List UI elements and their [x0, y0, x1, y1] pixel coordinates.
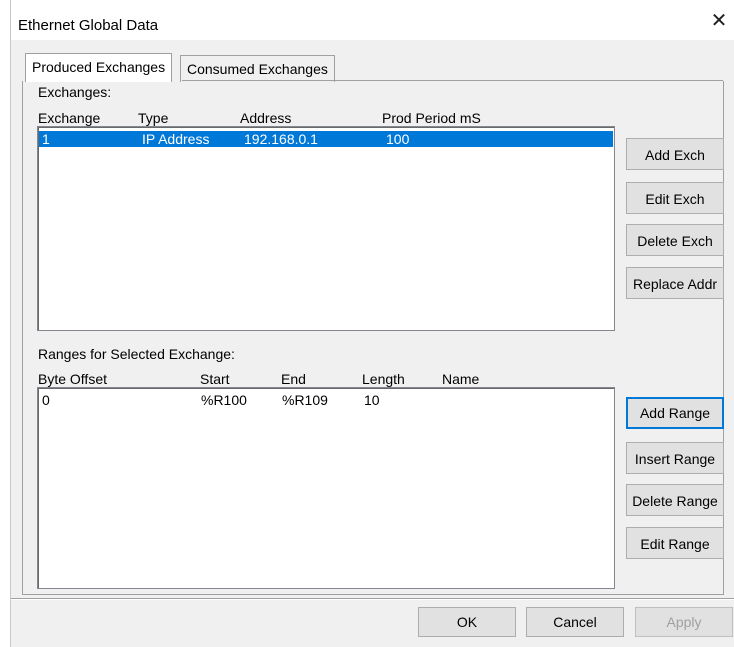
footer-separator-highlight: [11, 599, 734, 600]
cell-address: 192.168.0.1: [244, 131, 318, 147]
apply-button[interactable]: Apply: [635, 607, 733, 637]
insert-range-button[interactable]: Insert Range: [626, 442, 724, 474]
cell-byte-offset: 0: [42, 392, 50, 408]
replace-addr-button[interactable]: Replace Addr: [626, 267, 724, 299]
column-header-exchange[interactable]: Exchange: [38, 110, 100, 126]
column-header-byte-offset[interactable]: Byte Offset: [38, 371, 107, 387]
cell-period: 100: [386, 131, 410, 147]
ranges-list[interactable]: 0 %R100 %R109 10: [37, 387, 615, 589]
add-range-button[interactable]: Add Range: [626, 397, 724, 429]
edit-range-button[interactable]: Edit Range: [626, 527, 724, 559]
column-header-name[interactable]: Name: [442, 371, 479, 387]
list-item-exchange[interactable]: 1 IP Address 192.168.0.1 100: [39, 131, 613, 147]
cancel-button[interactable]: Cancel: [526, 607, 624, 637]
cell-end: %R109: [282, 392, 328, 408]
column-header-prod-period[interactable]: Prod Period mS: [382, 110, 481, 126]
list-item-range[interactable]: 0 %R100 %R109 10: [39, 392, 613, 408]
delete-range-button[interactable]: Delete Range: [626, 484, 724, 516]
cell-length: 10: [364, 392, 380, 408]
window-title: Ethernet Global Data: [18, 17, 159, 34]
cell-type: IP Address: [142, 131, 210, 147]
exchanges-label: Exchanges:: [38, 84, 112, 100]
tab-consumed-exchanges[interactable]: Consumed Exchanges: [180, 55, 335, 82]
cell-start: %R100: [201, 392, 247, 408]
column-header-start[interactable]: Start: [200, 371, 230, 387]
close-icon[interactable]: ✕: [708, 10, 730, 32]
column-header-address[interactable]: Address: [240, 110, 291, 126]
exchanges-list[interactable]: 1 IP Address 192.168.0.1 100: [37, 126, 615, 331]
column-header-length[interactable]: Length: [362, 371, 405, 387]
column-header-type[interactable]: Type: [138, 110, 168, 126]
tab-produced-exchanges[interactable]: Produced Exchanges: [25, 53, 173, 82]
ranges-label: Ranges for Selected Exchange:: [38, 346, 235, 362]
edit-exch-button[interactable]: Edit Exch: [626, 182, 724, 214]
cell-exchange: 1: [42, 131, 50, 147]
ok-button[interactable]: OK: [418, 607, 516, 637]
add-exch-button[interactable]: Add Exch: [626, 138, 724, 170]
column-header-end[interactable]: End: [281, 371, 306, 387]
delete-exch-button[interactable]: Delete Exch: [626, 224, 724, 256]
